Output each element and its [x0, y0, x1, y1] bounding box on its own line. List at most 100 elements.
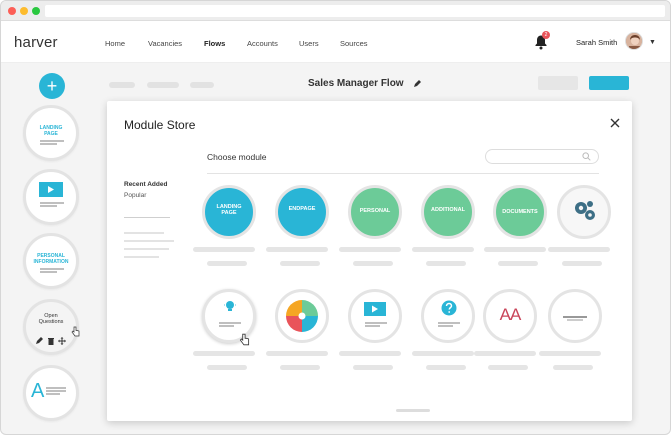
flow-sidebar: + LANDING PAGE PERSONAL INFORMATION Open… [19, 63, 81, 434]
placeholder-bar [553, 365, 593, 370]
card-text-lines [365, 322, 387, 328]
nav-sources[interactable]: Sources [340, 39, 368, 48]
placeholder-bar [280, 365, 320, 370]
sidebar-card-open-questions[interactable]: Open Questions [23, 299, 80, 355]
module-circle: PERSONAL [348, 185, 402, 239]
text-module-letter: A [31, 380, 45, 402]
placeholder-bar [484, 247, 546, 252]
sidebar-card-label: PERSONAL INFORMATION [33, 253, 69, 265]
search-icon [582, 152, 591, 161]
placeholder-bar [474, 351, 536, 356]
category-popular[interactable]: Popular [124, 192, 184, 199]
placeholder-pill [147, 82, 179, 88]
category-recent-added[interactable]: Recent Added [124, 181, 184, 188]
flow-toolbar: Sales Manager Flow [91, 63, 670, 101]
pencil-icon[interactable] [413, 80, 421, 88]
placeholder-bar [266, 247, 328, 252]
module-circle: AA [483, 289, 537, 343]
module-store-modal: Module Store Choose module Recent Added … [107, 101, 632, 421]
top-navigation: harver Home Vacancies Flows Accounts Use… [1, 21, 670, 63]
placeholder-bar [548, 247, 610, 252]
trash-icon[interactable] [47, 337, 55, 345]
language-letters-icon: AA [499, 305, 522, 324]
card-text-lines [46, 387, 66, 396]
window-minimize-dot[interactable] [20, 7, 28, 15]
placeholder-bar [426, 261, 466, 266]
secondary-button[interactable] [538, 76, 578, 90]
module-label: ADDITIONAL [431, 207, 465, 213]
lightbulb-icon [224, 300, 236, 311]
placeholder-bar [498, 261, 538, 266]
module-label: ENDPAGE [288, 206, 316, 212]
nav-users[interactable]: Users [299, 39, 319, 48]
category-underline [124, 217, 170, 218]
choose-module-label: Choose module [207, 152, 267, 162]
module-search-input[interactable] [485, 149, 599, 164]
module-label: PERSONAL [359, 208, 391, 214]
sidebar-card-label: Open Questions [38, 313, 64, 325]
placeholder-bar [488, 365, 528, 370]
pie-segments-icon [286, 300, 318, 332]
module-circle [348, 289, 402, 343]
placeholder-bar [339, 247, 401, 252]
module-circle: LANDING PAGE [202, 185, 256, 239]
divider-lines-icon [563, 316, 587, 322]
sidebar-card-personal-information[interactable]: PERSONAL INFORMATION [23, 233, 79, 289]
modal-title: Module Store [124, 118, 196, 132]
card-text-lines [40, 140, 64, 146]
gear-icon [575, 201, 595, 220]
app-logo[interactable]: harver [14, 34, 58, 51]
module-circle: ENDPAGE [275, 185, 329, 239]
nav-home[interactable]: Home [105, 39, 125, 48]
module-circle: ADDITIONAL [421, 185, 475, 239]
window-close-dot[interactable] [8, 7, 16, 15]
placeholder-bar [193, 351, 255, 356]
placeholder-bar [426, 365, 466, 370]
question-icon [441, 300, 457, 316]
move-icon[interactable] [58, 337, 66, 345]
module-label: LANDING PAGE [216, 204, 242, 216]
placeholder-bar [353, 365, 393, 370]
user-name[interactable]: Sarah Smith [576, 38, 617, 47]
card-text-lines [40, 202, 64, 208]
placeholder-bar [280, 261, 320, 266]
placeholder-pill [109, 82, 135, 88]
module-label: DOCUMENTS [502, 209, 538, 215]
window-maximize-dot[interactable] [32, 7, 40, 15]
notification-badge: 2 [542, 31, 550, 39]
module-circle [548, 289, 602, 343]
placeholder-bar [339, 351, 401, 356]
sidebar-card-video[interactable] [23, 169, 79, 225]
video-icon [364, 302, 386, 316]
placeholder-bar [207, 365, 247, 370]
category-list: Recent Added Popular [124, 181, 184, 203]
placeholder-bar [266, 351, 328, 356]
card-text-lines [40, 268, 64, 274]
address-bar[interactable] [45, 5, 665, 17]
browser-chrome [1, 1, 670, 21]
browser-window: harver Home Vacancies Flows Accounts Use… [0, 0, 671, 435]
placeholder-bar [353, 261, 393, 266]
sidebar-card-landing-page[interactable]: LANDING PAGE [23, 105, 79, 161]
card-text-lines [219, 322, 241, 328]
add-module-button[interactable]: + [39, 73, 65, 99]
placeholder-bar [562, 261, 602, 266]
nav-vacancies[interactable]: Vacancies [148, 39, 182, 48]
sidebar-card-text[interactable]: A [23, 365, 79, 421]
module-circle: DOCUMENTS [493, 185, 547, 239]
chevron-down-icon[interactable]: ▼ [649, 39, 656, 46]
card-text-lines [438, 322, 460, 328]
close-icon[interactable] [610, 118, 620, 128]
placeholder-bar [539, 351, 601, 356]
nav-accounts[interactable]: Accounts [247, 39, 278, 48]
avatar[interactable] [625, 32, 643, 50]
placeholder-bar [207, 261, 247, 266]
module-circle [275, 289, 329, 343]
pencil-icon[interactable] [35, 337, 43, 345]
scrollbar[interactable] [396, 409, 430, 412]
primary-button[interactable] [589, 76, 629, 90]
nav-flows[interactable]: Flows [204, 39, 225, 48]
placeholder-bar [193, 247, 255, 252]
module-circle [557, 185, 611, 239]
placeholder-bar [412, 247, 474, 252]
